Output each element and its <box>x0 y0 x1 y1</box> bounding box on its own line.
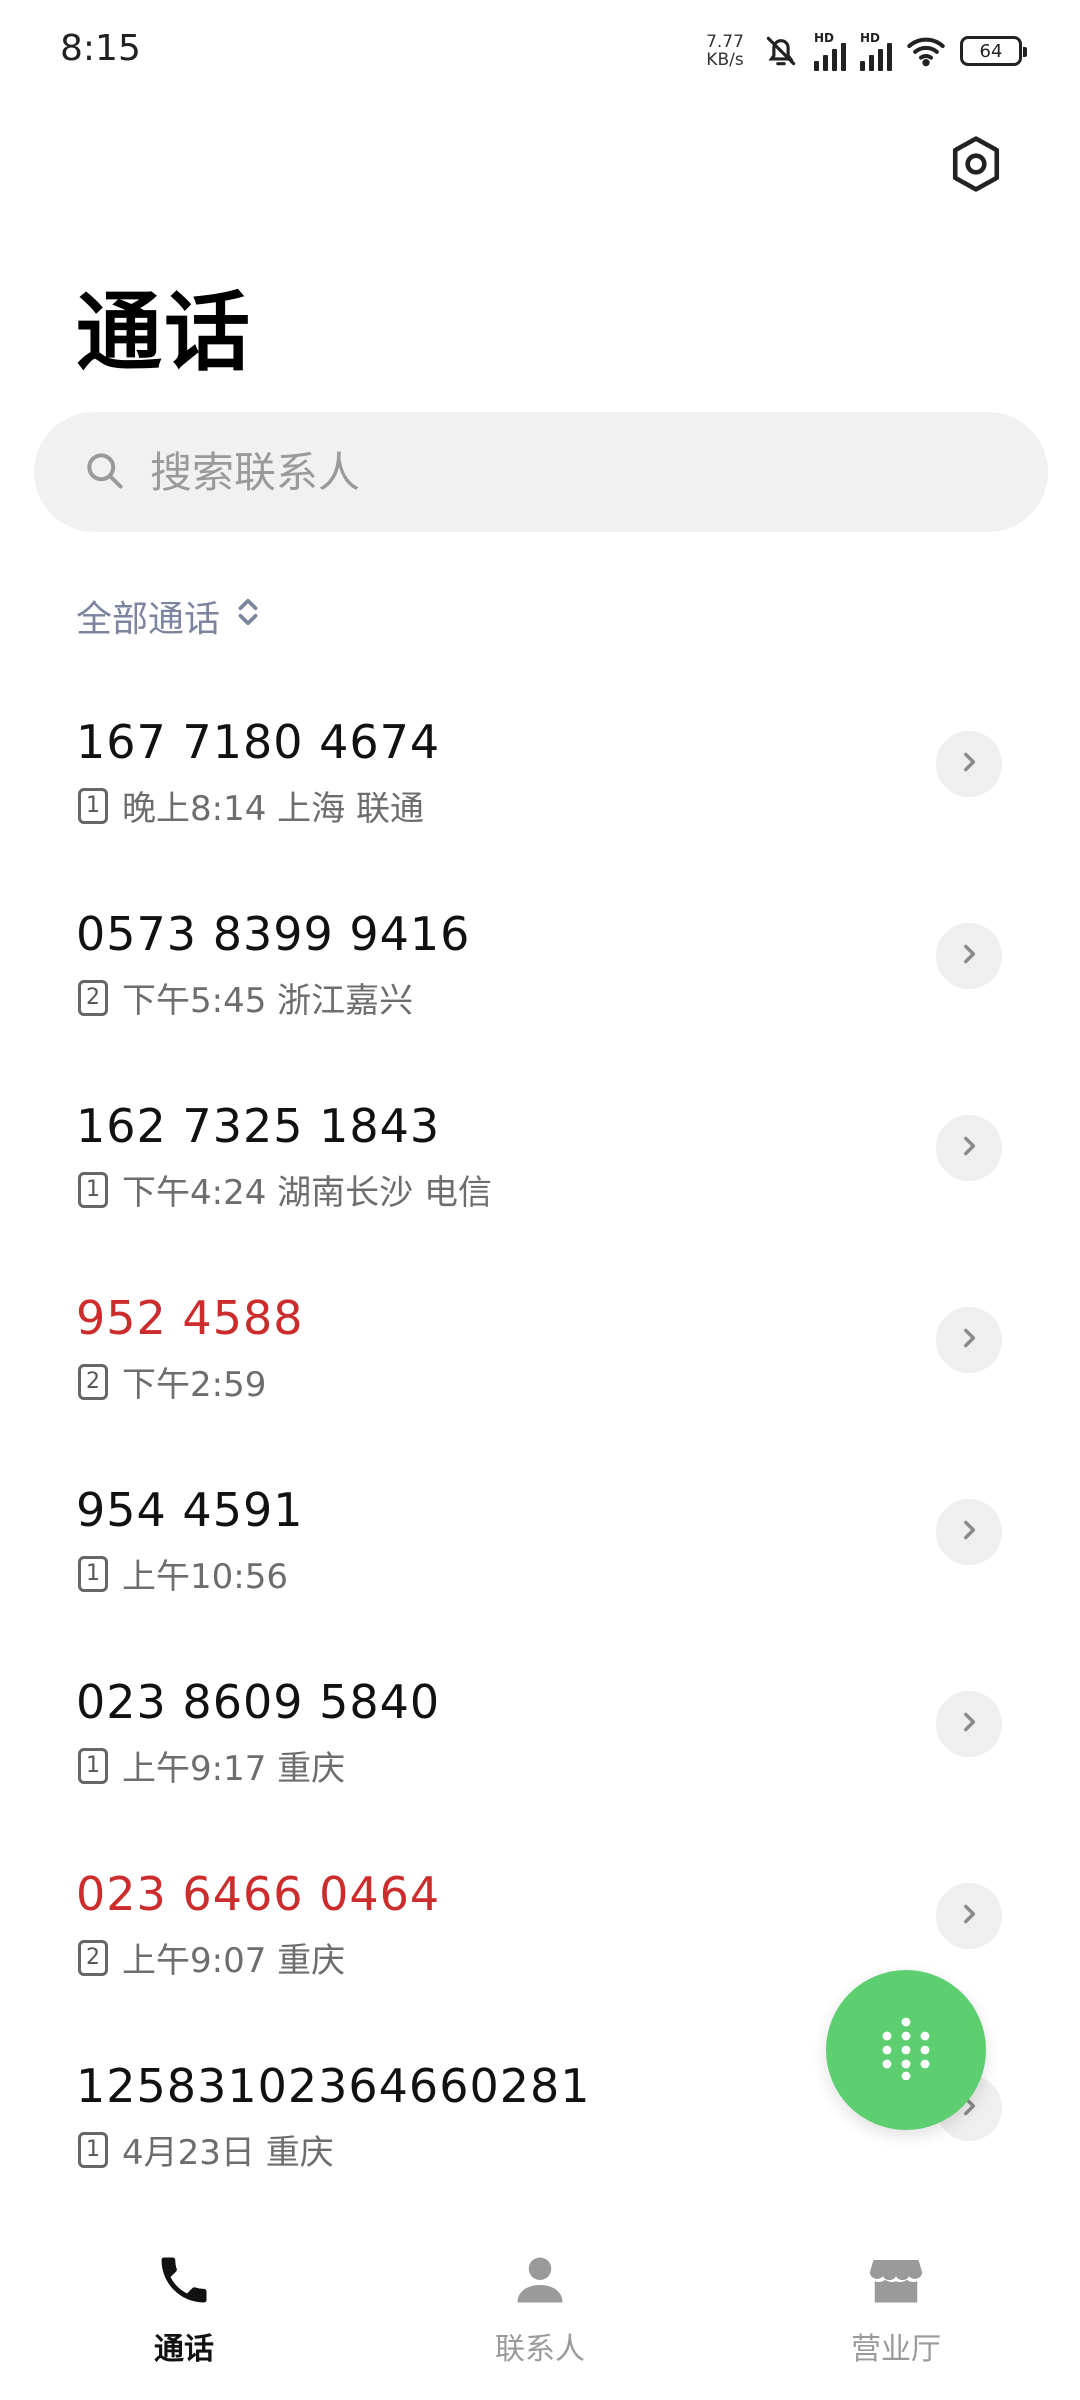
call-meta: 2 上午9:07 重庆 <box>78 1933 345 1982</box>
sim-badge-icon: 1 <box>78 1555 108 1592</box>
phone-icon <box>154 2250 214 2314</box>
call-meta: 1 晚上8:14 上海 联通 <box>78 781 424 830</box>
call-number: 952 4588 <box>76 1291 304 1345</box>
chevron-right-icon <box>956 941 982 971</box>
call-detail-button[interactable] <box>936 1115 1002 1181</box>
call-meta: 1 上午10:56 <box>78 1549 288 1598</box>
call-detail-button[interactable] <box>936 923 1002 989</box>
hexagon-gear-icon <box>948 134 1004 198</box>
call-log-item[interactable]: 952 4588 2 下午2:59 <box>0 1251 1080 1443</box>
call-log-item[interactable]: 954 4591 1 上午10:56 <box>0 1443 1080 1635</box>
sim2-signal-icon: HD <box>860 31 892 71</box>
person-icon <box>510 2250 570 2314</box>
call-number: 954 4591 <box>76 1483 304 1537</box>
search-bar[interactable] <box>34 412 1048 532</box>
search-input[interactable] <box>150 447 950 497</box>
call-number: 167 7180 4674 <box>76 715 441 769</box>
dialpad-icon <box>879 2016 933 2084</box>
battery-level: 64 <box>979 40 1003 62</box>
battery-icon: 64 <box>960 36 1027 66</box>
call-time-location: 下午5:45 浙江嘉兴 <box>122 981 414 1021</box>
call-detail-button[interactable] <box>936 731 1002 797</box>
settings-button[interactable] <box>944 134 1008 198</box>
call-number: 023 8609 5840 <box>76 1675 441 1729</box>
call-detail-button[interactable] <box>936 1307 1002 1373</box>
network-speed: 7.77 KB/s <box>702 33 748 69</box>
status-icons: 7.77 KB/s HD HD 64 <box>702 26 1027 76</box>
call-log-item[interactable]: 0573 8399 9416 2 下午5:45 浙江嘉兴 <box>0 867 1080 1059</box>
up-down-chevron-icon <box>236 595 260 638</box>
chevron-right-icon <box>956 1325 982 1355</box>
call-meta: 1 4月23日 重庆 <box>78 2125 334 2174</box>
muted-bell-icon <box>762 32 800 70</box>
call-filter-dropdown[interactable]: 全部通话 <box>76 590 260 642</box>
call-meta: 1 上午9:17 重庆 <box>78 1741 345 1790</box>
sim-badge-icon: 1 <box>78 2131 108 2168</box>
sim2-hd-label: HD <box>860 31 881 45</box>
call-detail-button[interactable] <box>936 1499 1002 1565</box>
call-number: 0573 8399 9416 <box>76 907 471 961</box>
call-time-location: 晚上8:14 上海 联通 <box>122 789 424 829</box>
sim-badge-icon: 1 <box>78 1171 108 1208</box>
call-time-location: 下午2:59 <box>122 1365 267 1405</box>
bottom-navigation: 通话 联系人 营业厅 <box>0 2230 1080 2400</box>
chevron-right-icon <box>956 749 982 779</box>
call-log-item[interactable]: 167 7180 4674 1 晚上8:14 上海 联通 <box>0 675 1080 867</box>
sim1-hd-label: HD <box>814 31 835 45</box>
call-number: 023 6466 0464 <box>76 1867 441 1921</box>
call-time-location: 上午9:07 重庆 <box>122 1941 346 1981</box>
call-log-item[interactable]: 023 8609 5840 1 上午9:17 重庆 <box>0 1635 1080 1827</box>
wifi-icon <box>906 34 946 68</box>
sim-badge-icon: 1 <box>78 1747 108 1784</box>
chevron-right-icon <box>956 1517 982 1547</box>
call-meta: 1 下午4:24 湖南长沙 电信 <box>78 1165 492 1214</box>
store-icon <box>866 2250 926 2314</box>
nav-label-contacts: 联系人 <box>495 2332 585 2367</box>
status-bar: 8:15 7.77 KB/s HD HD 64 <box>0 0 1080 100</box>
sim-badge-icon: 1 <box>78 787 108 824</box>
sim-badge-icon: 2 <box>78 1363 108 1400</box>
page-title: 通话 <box>76 283 252 383</box>
chevron-right-icon <box>956 1709 982 1739</box>
call-detail-button[interactable] <box>936 1883 1002 1949</box>
search-icon <box>82 448 126 496</box>
dialpad-button[interactable] <box>826 1970 986 2130</box>
call-meta: 2 下午2:59 <box>78 1357 266 1406</box>
call-meta: 2 下午5:45 浙江嘉兴 <box>78 973 413 1022</box>
call-time-location: 4月23日 重庆 <box>122 2133 334 2173</box>
network-speed-unit: KB/s <box>706 50 744 70</box>
chevron-right-icon <box>956 1901 982 1931</box>
nav-label-service-hall: 营业厅 <box>851 2332 941 2367</box>
status-time: 8:15 <box>60 28 141 69</box>
call-number: 12583102364660281 <box>76 2059 591 2113</box>
call-number: 162 7325 1843 <box>76 1099 441 1153</box>
call-detail-button[interactable] <box>936 1691 1002 1757</box>
call-time-location: 上午10:56 <box>122 1557 288 1597</box>
sim1-signal-icon: HD <box>814 31 846 71</box>
sim-badge-icon: 2 <box>78 1939 108 1976</box>
call-time-location: 上午9:17 重庆 <box>122 1749 346 1789</box>
nav-tab-calls[interactable]: 通话 <box>84 2250 284 2368</box>
sim-badge-icon: 2 <box>78 979 108 1016</box>
call-filter-label: 全部通话 <box>76 599 221 640</box>
call-time-location: 下午4:24 湖南长沙 电信 <box>122 1173 492 1213</box>
chevron-right-icon <box>956 1133 982 1163</box>
nav-tab-service-hall[interactable]: 营业厅 <box>796 2250 996 2368</box>
call-log-item[interactable]: 162 7325 1843 1 下午4:24 湖南长沙 电信 <box>0 1059 1080 1251</box>
nav-label-calls: 通话 <box>154 2332 214 2367</box>
nav-tab-contacts[interactable]: 联系人 <box>440 2250 640 2368</box>
network-speed-value: 7.77 <box>706 32 744 52</box>
